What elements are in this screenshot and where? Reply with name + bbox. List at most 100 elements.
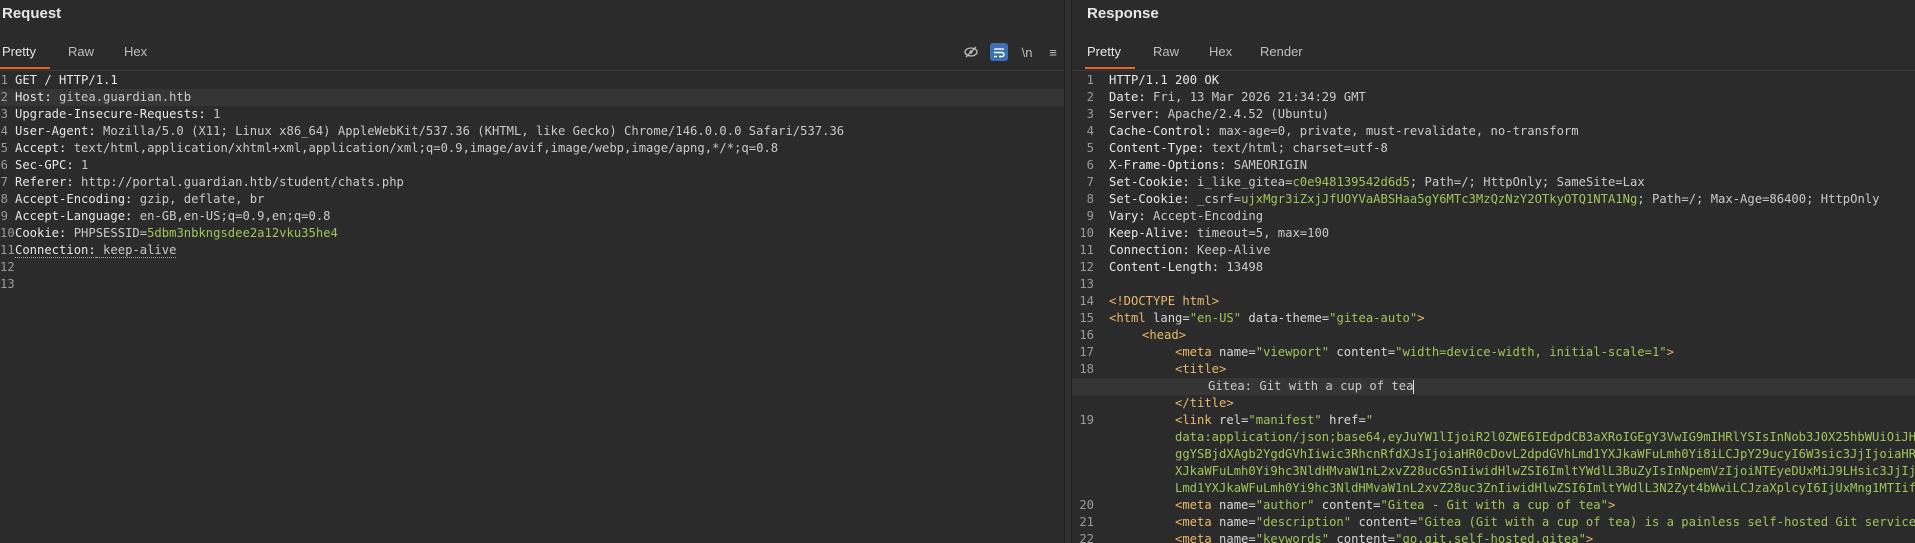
code-line: 1 GET / HTTP/1.1 <box>0 72 1064 89</box>
tab-hex[interactable]: Hex <box>1209 44 1232 67</box>
code-line: 20 <meta name="author" content="Gitea - G… <box>1072 497 1915 514</box>
code-line: 4 User-Agent: Mozilla/5.0 (X11; Linux x86… <box>0 123 1064 140</box>
response-editor[interactable]: 1 HTTP/1.1 200 OK 2 Date: Fri, 13 Mar 2026 … <box>1072 72 1915 543</box>
header-value: ; Path=/; Max-Age=86400; HttpOnly <box>1637 192 1880 206</box>
cookie-value: 5dbm3nbkngsdee2a12vku35he4 <box>147 226 338 240</box>
line-number: 6 <box>1086 158 1094 172</box>
html-token: content= <box>1351 515 1418 529</box>
html-token: content= <box>1329 345 1396 359</box>
text-caret <box>1413 379 1415 394</box>
line-number: 20 <box>1079 498 1094 512</box>
html-token: name= <box>1219 498 1256 512</box>
line-number: 11 <box>0 243 15 257</box>
code-line: XJkaWFuLmh0Yi9hc3NldHMvaW1nL2xvZ28ucG5nI… <box>1072 463 1915 480</box>
html-token: lang= <box>1153 311 1190 325</box>
header-value: Accept-Encoding <box>1145 209 1264 223</box>
code-line: 7 Referer: http://portal.guardian.htb/stu… <box>0 174 1064 191</box>
html-token: "author" <box>1255 498 1315 512</box>
code-line: 13 <box>1072 276 1915 293</box>
html-token: rel= <box>1219 413 1249 427</box>
line-content: ggYSBjdXAgb2YgdGVhIiwic3RhcnRfdXJsIjoiaH… <box>1109 446 1915 463</box>
line-content: Lmd1YXJkaWFuLmh0Yi9hc3NldHMvaW1nL2xvZ28u… <box>1109 480 1915 497</box>
line-content: Vary: Accept-Encoding <box>1109 208 1263 225</box>
html-token: > <box>1585 532 1594 543</box>
html-token: <link <box>1175 413 1220 427</box>
tab-hex[interactable]: Hex <box>124 44 147 67</box>
code-line: 1 HTTP/1.1 200 OK <box>1072 72 1915 89</box>
html-token: name= <box>1219 515 1256 529</box>
header-value: SAMEORIGIN <box>1226 158 1308 172</box>
tab-render[interactable]: Render <box>1260 44 1303 67</box>
tab-pretty[interactable]: Pretty <box>0 44 50 69</box>
header-name: Host: <box>15 90 52 104</box>
header-name: Content-Type: <box>1109 141 1205 155</box>
line-content: Accept-Encoding: gzip, deflate, br <box>15 191 264 208</box>
line-content: Keep-Alive: timeout=5, max=100 <box>1109 225 1329 242</box>
request-editor[interactable]: 1 GET / HTTP/1.1 2 Host: gitea.guardian.htb… <box>0 72 1064 543</box>
html-token: "viewport" <box>1255 345 1330 359</box>
html-token: </title> <box>1175 396 1234 410</box>
header-value: text/html; charset=utf-8 <box>1204 141 1388 155</box>
line-content: XJkaWFuLmh0Yi9hc3NldHMvaW1nL2xvZ28ucG5nI… <box>1109 463 1915 480</box>
header-value: _csrf= <box>1189 192 1242 206</box>
header-value: gzip, deflate, br <box>132 192 265 206</box>
code-line: </title> <box>1072 395 1915 412</box>
line-content: <head> <box>1109 327 1186 344</box>
header-name: Keep-Alive: <box>1109 226 1190 240</box>
header-name: Referer: <box>15 175 74 189</box>
line-number: 5 <box>0 141 8 155</box>
line-content: data:application/json;base64,eyJuYW1lIjo… <box>1109 429 1915 446</box>
html-token: <html <box>1109 311 1154 325</box>
code-line: 9 Vary: Accept-Encoding <box>1072 208 1915 225</box>
tab-pretty[interactable]: Pretty <box>1085 44 1135 69</box>
line-number: 3 <box>0 107 8 121</box>
line-number: 1 <box>1086 73 1094 87</box>
hide-nonprintable-icon[interactable] <box>962 43 980 61</box>
menu-icon[interactable]: ≡ <box>1044 43 1062 61</box>
code-line: 8 Accept-Encoding: gzip, deflate, br <box>0 191 1064 208</box>
line-number: 15 <box>1079 311 1094 325</box>
line-content: Connection: Keep-Alive <box>1109 242 1270 259</box>
html-token: name= <box>1219 532 1256 543</box>
html-token: content= <box>1314 498 1381 512</box>
header-name: Upgrade-Insecure-Requests: <box>15 107 206 121</box>
line-number: 4 <box>0 124 8 138</box>
line-content: Referer: http://portal.guardian.htb/stud… <box>15 174 404 191</box>
header-name: Connection: <box>1109 243 1190 257</box>
header-name: Accept-Language: <box>15 209 133 223</box>
line-content: Accept: text/html,application/xhtml+xml,… <box>15 140 778 157</box>
header-value: Fri, 13 Mar 2026 21:34:29 GMT <box>1145 90 1366 104</box>
header-value: i_like_gitea= <box>1189 175 1293 189</box>
html-token: <meta <box>1175 345 1220 359</box>
pane-divider[interactable] <box>1064 0 1072 543</box>
header-name: Cookie: <box>15 226 67 240</box>
response-tabs: Pretty Raw Hex Render <box>1072 40 1915 71</box>
line-content: Upgrade-Insecure-Requests: 1 <box>15 106 220 123</box>
line-number: 10 <box>0 226 15 240</box>
line-content: Set-Cookie: i_like_gitea=c0e948139542d6d… <box>1109 174 1645 191</box>
tab-raw[interactable]: Raw <box>68 44 94 67</box>
header-name: Server: <box>1109 107 1161 121</box>
wrap-lines-icon[interactable] <box>990 43 1008 61</box>
header-name: Cache-Control: <box>1109 124 1212 138</box>
line-number: 6 <box>0 158 8 172</box>
html-token: ggYSBjdXAgb2YgdGVhIiwic3RhcnRfdXJsIjoiaH… <box>1175 447 1915 461</box>
html-token: <title> <box>1175 362 1227 376</box>
line-content: <meta name="description" content="Gitea … <box>1109 514 1915 531</box>
line-number: 14 <box>1079 294 1094 308</box>
code-line: 17 <meta name="viewport" content="width=d… <box>1072 344 1915 361</box>
header-name: User-Agent: <box>15 124 96 138</box>
code-line: 10 Cookie: PHPSESSID=5dbm3nbkngsdee2a12vk… <box>0 225 1064 242</box>
code-line: Lmd1YXJkaWFuLmh0Yi9hc3NldHMvaW1nL2xvZ28u… <box>1072 480 1915 497</box>
code-line: Gitea: Git with a cup of tea <box>1072 378 1915 395</box>
line-number: 9 <box>1086 209 1094 223</box>
header-value: max-age=0, private, must-revalidate, no-… <box>1211 124 1579 138</box>
line-number: 2 <box>0 90 8 104</box>
newline-icon[interactable]: \n <box>1018 43 1036 61</box>
line-content: Gitea: Git with a cup of tea <box>1109 378 1415 395</box>
tab-raw[interactable]: Raw <box>1153 44 1179 67</box>
html-token: > <box>1607 498 1616 512</box>
line-number: 11 <box>1079 243 1094 257</box>
line-content: <html lang="en-US" data-theme="gitea-aut… <box>1109 310 1425 327</box>
line-number: 7 <box>1086 175 1094 189</box>
